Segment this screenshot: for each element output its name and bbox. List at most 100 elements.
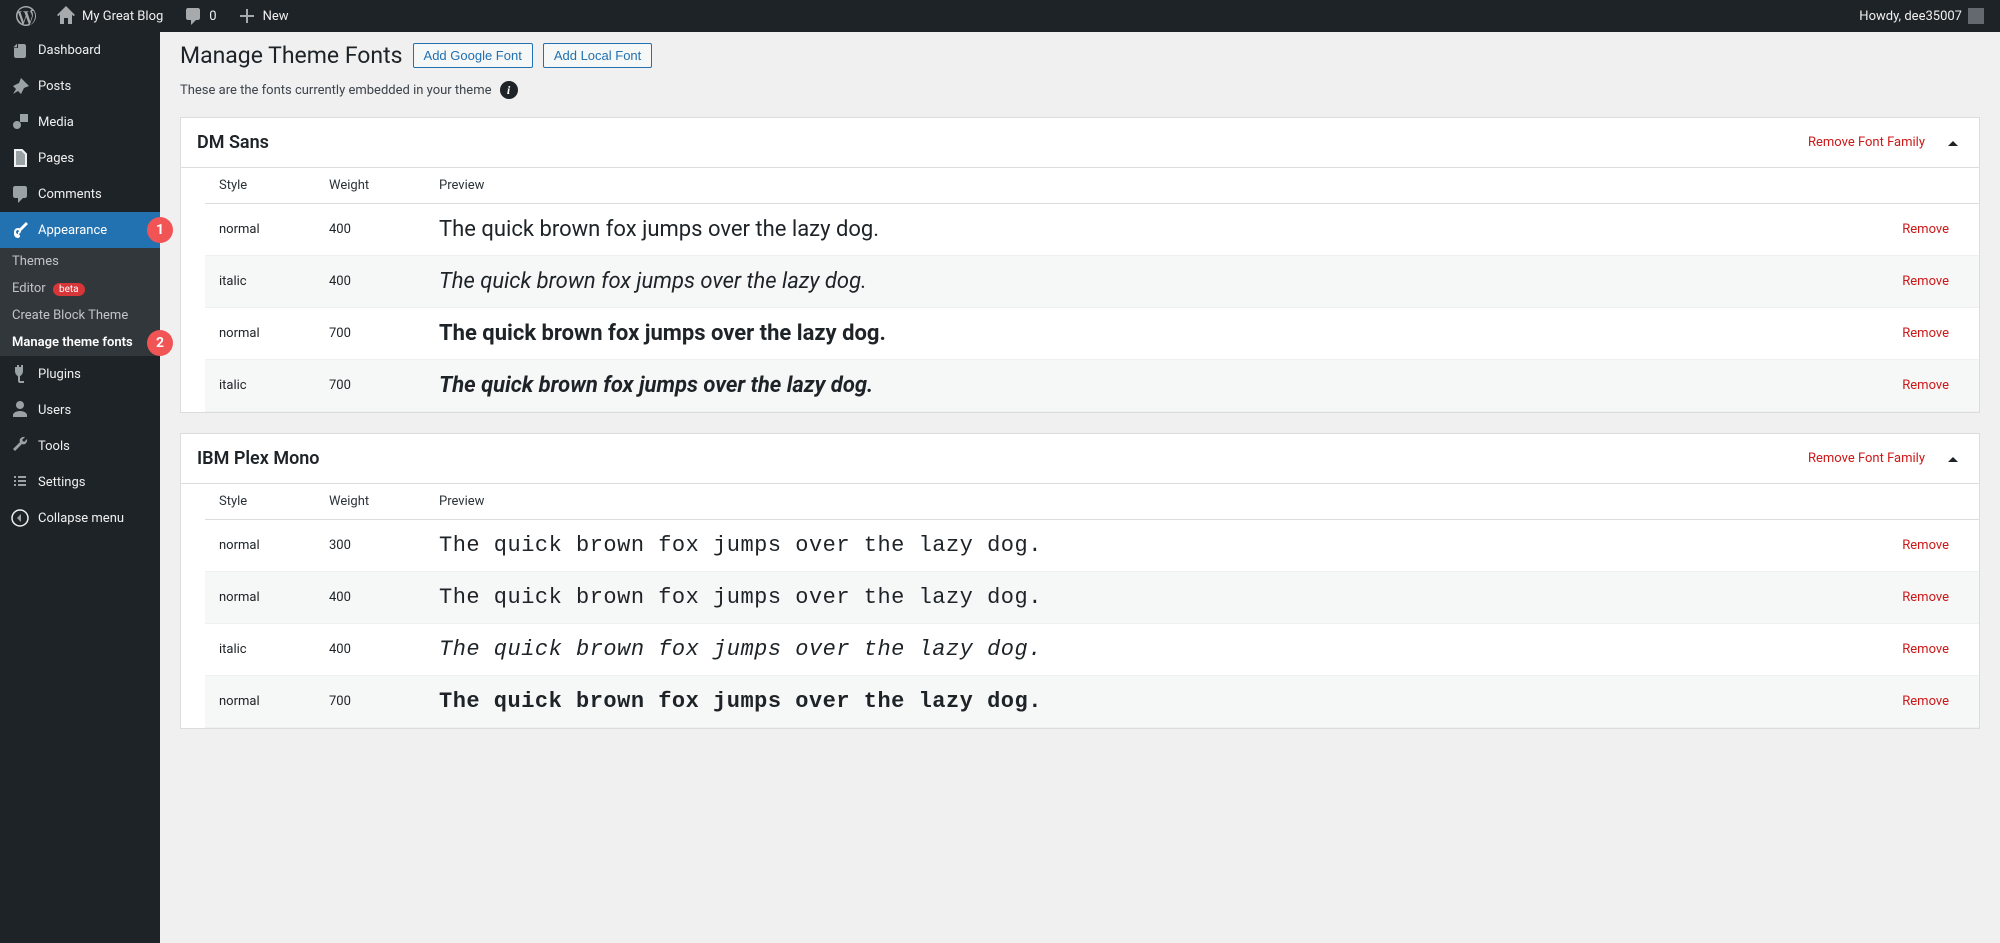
page-content: Manage Theme Fonts Add Google Font Add L… <box>160 32 2000 943</box>
page-subnote: These are the fonts currently embedded i… <box>180 83 492 98</box>
plugin-icon <box>10 364 30 384</box>
comment-icon <box>183 6 203 26</box>
remove-variant-link[interactable]: Remove <box>1902 222 1949 237</box>
sidebar-item-users[interactable]: Users <box>0 392 160 428</box>
col-weight: Weight <box>315 484 425 520</box>
col-preview: Preview <box>425 484 1859 520</box>
variant-weight: 400 <box>315 572 425 624</box>
variant-weight: 400 <box>315 204 425 256</box>
sidebar-item-collapse[interactable]: Collapse menu <box>0 500 160 536</box>
wordpress-menu[interactable] <box>8 0 44 32</box>
collapse-icon <box>10 508 30 528</box>
site-home-link[interactable]: My Great Blog <box>48 0 171 32</box>
variant-style: normal <box>205 520 315 572</box>
remove-variant-link[interactable]: Remove <box>1902 274 1949 289</box>
font-preview-text: The quick brown fox jumps over the lazy … <box>439 373 1845 398</box>
font-family-name: IBM Plex Mono <box>197 448 320 469</box>
font-preview-text: The quick brown fox jumps over the lazy … <box>439 321 1845 346</box>
user-icon <box>10 400 30 420</box>
sidebar-sub-themes[interactable]: Themes <box>0 248 160 275</box>
font-variant-row: normal400 The quick brown fox jumps over … <box>205 204 1979 256</box>
pin-icon <box>10 76 30 96</box>
sidebar-item-plugins[interactable]: Plugins <box>0 356 160 392</box>
variant-style: normal <box>205 676 315 728</box>
sidebar-item-dashboard[interactable]: Dashboard <box>0 32 160 68</box>
my-account-link[interactable]: Howdy, dee35007 <box>1851 0 1992 32</box>
comments-count: 0 <box>209 9 216 24</box>
sidebar-item-pages[interactable]: Pages <box>0 140 160 176</box>
new-label: New <box>263 9 289 24</box>
variant-weight: 700 <box>315 360 425 412</box>
new-content-link[interactable]: New <box>229 0 297 32</box>
admin-topbar: My Great Blog 0 New Howdy, dee35007 <box>0 0 2000 32</box>
remove-variant-link[interactable]: Remove <box>1902 538 1949 553</box>
variant-style: italic <box>205 256 315 308</box>
variant-style: italic <box>205 624 315 676</box>
sidebar-sub-create-block-theme[interactable]: Create Block Theme <box>0 302 160 329</box>
font-variant-row: italic700 The quick brown fox jumps over … <box>205 360 1979 412</box>
annotation-badge-1: 1 <box>147 217 173 243</box>
howdy-text: Howdy, dee35007 <box>1859 9 1962 24</box>
remove-variant-link[interactable]: Remove <box>1902 378 1949 393</box>
add-local-font-button[interactable]: Add Local Font <box>543 43 652 68</box>
variant-weight: 300 <box>315 520 425 572</box>
chevron-up-icon[interactable] <box>1943 449 1963 469</box>
plus-icon <box>237 6 257 26</box>
sidebar-item-tools[interactable]: Tools <box>0 428 160 464</box>
variant-weight: 700 <box>315 308 425 360</box>
font-preview-text: The quick brown fox jumps over the lazy … <box>439 533 1845 558</box>
font-preview-text: The quick brown fox jumps over the lazy … <box>439 217 1845 242</box>
remove-font-family-link[interactable]: Remove Font Family <box>1808 135 1925 150</box>
variant-weight: 700 <box>315 676 425 728</box>
font-variant-row: normal400 The quick brown fox jumps over … <box>205 572 1979 624</box>
remove-variant-link[interactable]: Remove <box>1902 694 1949 709</box>
variant-style: normal <box>205 572 315 624</box>
remove-variant-link[interactable]: Remove <box>1902 642 1949 657</box>
brush-icon <box>10 220 30 240</box>
variant-style: normal <box>205 308 315 360</box>
remove-font-family-link[interactable]: Remove Font Family <box>1808 451 1925 466</box>
font-family-name: DM Sans <box>197 132 269 153</box>
font-family-panel: DM SansRemove Font FamilyStyleWeightPrev… <box>180 117 1980 413</box>
sidebar-item-appearance[interactable]: Appearance <box>0 212 160 248</box>
chevron-up-icon[interactable] <box>1943 133 1963 153</box>
remove-variant-link[interactable]: Remove <box>1902 326 1949 341</box>
pages-icon <box>10 148 30 168</box>
settings-icon <box>10 472 30 492</box>
sidebar-sub-editor[interactable]: Editor beta <box>0 275 160 302</box>
wordpress-icon <box>16 6 36 26</box>
wrench-icon <box>10 436 30 456</box>
sidebar-item-posts[interactable]: Posts <box>0 68 160 104</box>
font-variant-row: normal700 The quick brown fox jumps over … <box>205 308 1979 360</box>
media-icon <box>10 112 30 132</box>
avatar <box>1968 8 1984 24</box>
site-name: My Great Blog <box>82 9 163 24</box>
font-preview-text: The quick brown fox jumps over the lazy … <box>439 269 1845 294</box>
home-icon <box>56 6 76 26</box>
annotation-badge-2: 2 <box>147 330 173 356</box>
sidebar-sub-manage-fonts[interactable]: Manage theme fonts <box>0 329 160 356</box>
remove-variant-link[interactable]: Remove <box>1902 590 1949 605</box>
col-weight: Weight <box>315 168 425 204</box>
sidebar-item-settings[interactable]: Settings <box>0 464 160 500</box>
dashboard-icon <box>10 40 30 60</box>
info-icon[interactable]: i <box>500 81 518 99</box>
font-preview-text: The quick brown fox jumps over the lazy … <box>439 689 1845 714</box>
sidebar-item-comments[interactable]: Comments <box>0 176 160 212</box>
font-variant-row: normal700 The quick brown fox jumps over … <box>205 676 1979 728</box>
beta-badge: beta <box>53 283 85 296</box>
comments-icon <box>10 184 30 204</box>
page-title: Manage Theme Fonts <box>180 42 403 69</box>
font-variant-row: italic400 The quick brown fox jumps over … <box>205 256 1979 308</box>
comments-link[interactable]: 0 <box>175 0 224 32</box>
variant-style: normal <box>205 204 315 256</box>
add-google-font-button[interactable]: Add Google Font <box>413 43 533 68</box>
font-family-panel: IBM Plex MonoRemove Font FamilyStyleWeig… <box>180 433 1980 729</box>
font-variant-row: normal300 The quick brown fox jumps over … <box>205 520 1979 572</box>
font-preview-text: The quick brown fox jumps over the lazy … <box>439 585 1845 610</box>
col-style: Style <box>205 168 315 204</box>
variant-weight: 400 <box>315 256 425 308</box>
variant-weight: 400 <box>315 624 425 676</box>
variant-style: italic <box>205 360 315 412</box>
sidebar-item-media[interactable]: Media <box>0 104 160 140</box>
